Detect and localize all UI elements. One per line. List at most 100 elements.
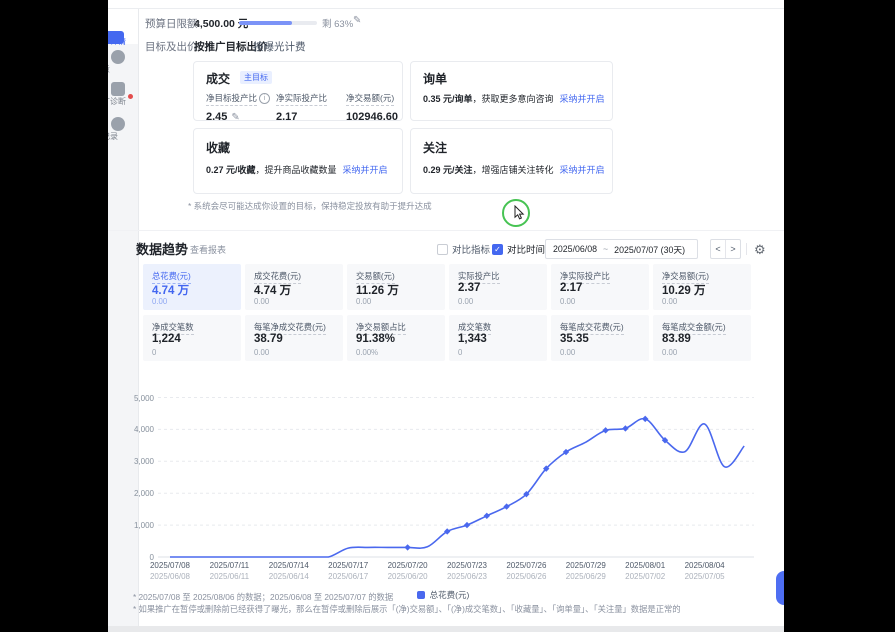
- tile-value: 83.89: [662, 333, 691, 345]
- deal-metric-value: 2.17: [276, 111, 327, 123]
- deal-metric-2: 净交易额(元) 102946.60: [346, 88, 398, 123]
- pricing-label: 目标及出价:: [145, 39, 200, 54]
- metric-tile-9[interactable]: 成交笔数1,3430: [449, 315, 547, 361]
- compare-metric-label: 对比指标: [452, 242, 490, 256]
- follow-adopt-link[interactable]: 采纳并开启: [560, 165, 605, 175]
- mouse-cursor-icon: [514, 205, 527, 221]
- clock-icon: [111, 117, 125, 131]
- tile-value: 91.38%: [356, 333, 395, 345]
- bottom-scrollbar-track[interactable]: [108, 626, 784, 632]
- x-axis-tick-compare: 2025/06/23: [437, 572, 497, 581]
- x-axis-tick-primary: 2025/07/29: [556, 561, 616, 570]
- tile-compare-value: 0: [152, 348, 156, 357]
- legend-swatch: [417, 591, 425, 599]
- tile-value: 1,224: [152, 333, 181, 345]
- date-separator: ~: [603, 244, 608, 254]
- camera-icon: [111, 82, 125, 96]
- metric-tile-3[interactable]: 实际投产比2.370.00: [449, 264, 547, 310]
- deal-metric-label: 净交易额(元): [346, 92, 394, 106]
- tile-value: 35.35: [560, 333, 589, 345]
- x-axis-tick-compare: 2025/06/26: [496, 572, 556, 581]
- sidebar-item-1[interactable]: 意: [108, 50, 138, 75]
- tile-value: 4.74 万: [152, 282, 189, 298]
- tile-value: 38.79: [254, 333, 283, 345]
- goal-card-deal: 成交 主目标 净目标投产比i2.45✎净实际投产比2.17净交易额(元)1029…: [193, 61, 403, 121]
- feedback-pill[interactable]: [776, 571, 784, 605]
- date-end: 2025/07/07 (30天): [614, 243, 685, 256]
- favorite-desc-text: ，提升商品收藏数量: [256, 165, 337, 175]
- settings-gear-icon[interactable]: ⚙: [754, 243, 766, 256]
- edit-goal-icon[interactable]: ✎: [231, 112, 239, 123]
- metric-tile-1[interactable]: 成交花费(元)4.74 万0.00: [245, 264, 343, 310]
- footnote-1: * 2025/07/08 至 2025/08/06 的数据；2025/06/08…: [133, 591, 393, 603]
- tile-compare-value: 0.00: [356, 297, 371, 306]
- x-axis-tick-primary: 2025/07/20: [378, 561, 438, 570]
- tile-compare-value: 0.00: [254, 348, 269, 357]
- follow-title: 关注: [423, 139, 447, 156]
- metric-tile-5[interactable]: 净交易额(元)10.29 万0.00: [653, 264, 751, 310]
- metric-tile-6[interactable]: 净成交笔数1,2240: [143, 315, 241, 361]
- favorite-title: 收藏: [206, 139, 230, 156]
- compare-metric-checkbox[interactable]: 对比指标: [437, 242, 490, 256]
- metric-tile-4[interactable]: 净实际投产比2.170.00: [551, 264, 649, 310]
- x-axis-tick-compare: 2025/06/08: [140, 572, 200, 581]
- x-axis-tick-compare: 2025/06/20: [378, 572, 438, 581]
- compare-time-label: 对比时间: [507, 242, 545, 256]
- notification-dot: [128, 94, 133, 99]
- prev-period-button[interactable]: <: [711, 240, 725, 258]
- x-axis-tick-primary: 2025/07/26: [496, 561, 556, 570]
- budget-edit-icon[interactable]: ✎: [353, 15, 361, 26]
- tile-value: 2.37: [458, 282, 480, 294]
- metric-tile-2[interactable]: 交易额(元)11.26 万0.00: [347, 264, 445, 310]
- budget-label: 预算日限额:: [145, 16, 200, 31]
- budget-progress-fill: [239, 21, 292, 25]
- y-axis-tick: 1,000: [120, 521, 154, 530]
- date-nav-buttons: < >: [710, 239, 741, 259]
- sidebar-rail: 广详情意广诊断记录: [108, 9, 139, 632]
- date-start: 2025/06/08: [553, 244, 597, 254]
- tile-compare-value: 0.00: [662, 297, 677, 306]
- deal-metric-1: 净实际投产比 2.17: [276, 88, 327, 123]
- x-axis-tick-primary: 2025/07/17: [318, 561, 378, 570]
- deal-metric-label: 净实际投产比: [276, 92, 327, 106]
- metric-tile-8[interactable]: 净交易额占比91.38%0.00%: [347, 315, 445, 361]
- tile-compare-value: 0.00: [458, 297, 473, 306]
- tile-value: 10.29 万: [662, 282, 705, 298]
- y-axis-tick: 3,000: [120, 457, 154, 466]
- budget-progress-bar: [239, 21, 317, 25]
- x-axis-tick-compare: 2025/06/29: [556, 572, 616, 581]
- deal-metric-value: 102946.60: [346, 111, 398, 123]
- x-axis-tick-primary: 2025/08/01: [615, 561, 675, 570]
- primary-goal-badge: 主目标: [240, 71, 272, 84]
- screen: 广详情意广诊断记录 预算日限额: 4,500.00 元 剩 63% ✎ 目标及出…: [0, 0, 895, 632]
- metric-tile-11[interactable]: 每笔成交金额(元)83.890.00: [653, 315, 751, 361]
- goal-card-favorite: 收藏 0.27 元/收藏，提升商品收藏数量采纳并开启: [193, 128, 403, 194]
- metric-tile-7[interactable]: 每笔净成交花费(元)38.790.00: [245, 315, 343, 361]
- info-icon[interactable]: i: [259, 93, 270, 104]
- metric-tile-0[interactable]: 总花费(元)4.74 万0.00: [143, 264, 241, 310]
- date-range-picker[interactable]: 2025/06/08 ~ 2025/07/07 (30天): [545, 239, 698, 259]
- sidebar-item-3[interactable]: 记录: [108, 117, 138, 142]
- metric-tile-10[interactable]: 每笔成交花费(元)35.350.00: [551, 315, 649, 361]
- compare-time-checkbox[interactable]: ✓ 对比时间: [492, 242, 545, 256]
- inquiry-adopt-link[interactable]: 采纳并开启: [560, 94, 605, 104]
- controls-divider: [746, 243, 747, 255]
- tile-value: 11.26 万: [356, 282, 399, 298]
- favorite-adopt-link[interactable]: 采纳并开启: [343, 165, 388, 175]
- sidebar-item-2[interactable]: 广诊断: [108, 82, 138, 107]
- tile-value: 1,343: [458, 333, 487, 345]
- x-axis-tick-compare: 2025/07/02: [615, 572, 675, 581]
- checkbox-unchecked-icon[interactable]: [437, 244, 448, 255]
- y-axis-tick: 4,000: [120, 425, 154, 434]
- x-axis-tick-compare: 2025/06/14: [259, 572, 319, 581]
- tab-exposure-billing[interactable]: 按曝光计费: [253, 39, 306, 54]
- view-report-link[interactable]: 查看报表: [190, 243, 226, 256]
- inquiry-title: 询单: [423, 70, 447, 87]
- checkbox-checked-icon[interactable]: ✓: [492, 244, 503, 255]
- tile-compare-value: 0.00: [560, 297, 575, 306]
- inquiry-desc: 0.35 元/询单，获取更多意向咨询采纳并开启: [423, 92, 605, 105]
- next-period-button[interactable]: >: [725, 240, 740, 258]
- follow-desc: 0.29 元/关注，增强店铺关注转化采纳并开启: [423, 163, 605, 176]
- goal-card-inquiry: 询单 0.35 元/询单，获取更多意向咨询采纳并开启: [410, 61, 613, 121]
- sidebar-item-0[interactable]: 广详情: [108, 20, 138, 47]
